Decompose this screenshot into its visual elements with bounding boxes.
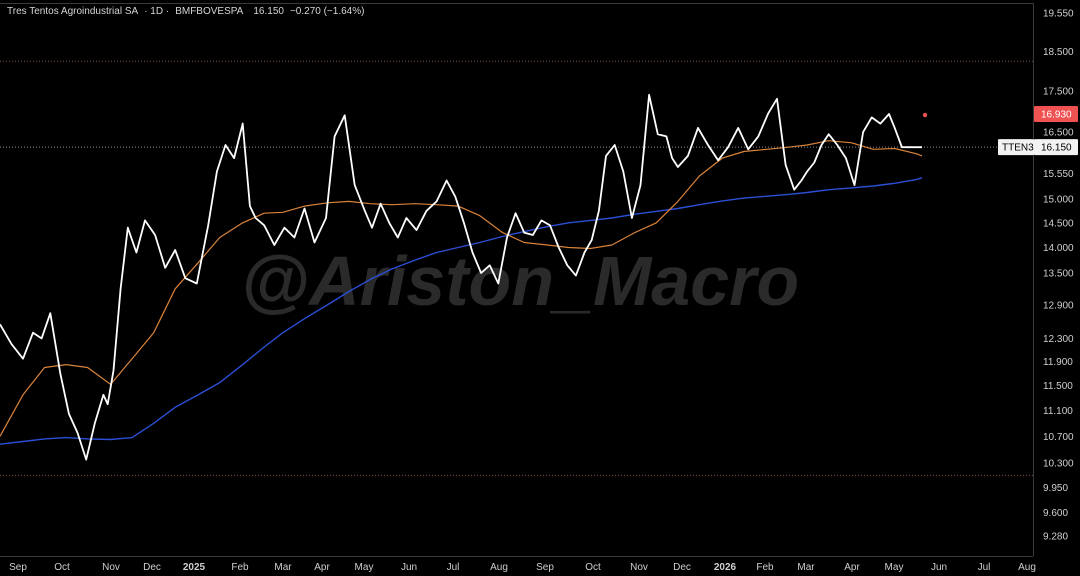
time-tick-label: Aug [1018,562,1036,573]
time-tick-label: Oct [585,562,601,573]
high-price-badge-text: 16.930 [1041,110,1072,121]
price-tick-label: 9.600 [1043,508,1068,519]
price-tick-label: 19.550 [1043,8,1074,19]
price-tick-label: 18.500 [1043,47,1074,58]
price-tick-label: 15.000 [1043,195,1074,206]
high-marker-dot [922,112,928,118]
time-tick-label: 2025 [183,562,206,573]
time-tick-label: Mar [797,562,815,573]
time-tick-label: Jun [401,562,417,573]
last-price-badge-text: 16.150 [1041,143,1072,154]
time-tick-label: Mar [274,562,292,573]
price-tick-label: 12.300 [1043,334,1074,345]
price-chart[interactable]: @Ariston_Macro 19.550 18.500 17.500 16.500 1… [0,0,1080,576]
price-tick-label: 9.280 [1043,532,1068,543]
price-tick-label: 14.000 [1043,243,1074,254]
time-tick-label: Apr [314,562,330,573]
price-tick-label: 9.950 [1043,483,1068,494]
time-tick-label: May [355,562,374,573]
time-tick-label: 2026 [714,562,737,573]
time-tick-label: Aug [490,562,508,573]
time-tick-label: Nov [102,562,120,573]
price-tick-label: 15.550 [1043,169,1074,180]
time-tick-label: Dec [673,562,691,573]
time-tick-label: Nov [630,562,648,573]
time-tick-label: Sep [536,562,554,573]
price-tick-label: 11.100 [1043,406,1073,417]
price-tick-label: 17.500 [1043,86,1074,97]
time-tick-label: Feb [756,562,774,573]
price-tick-label: 12.900 [1043,300,1074,311]
time-tick-label: May [885,562,904,573]
price-tick-label: 16.500 [1043,128,1074,139]
price-tick-label: 14.500 [1043,218,1074,229]
time-tick-label: Feb [231,562,249,573]
ticker-badge-text: TTEN3 [1002,143,1034,154]
time-tick-label: Apr [844,562,860,573]
chart-frame: Tres Tentos Agroindustrial SA · 1D · BMF… [0,0,1080,576]
time-tick-label: Jul [447,562,460,573]
time-tick-label: Jul [978,562,991,573]
price-tick-label: 13.500 [1043,269,1074,280]
watermark-text: @Ariston_Macro [241,242,799,320]
time-tick-label: Dec [143,562,161,573]
time-tick-label: Oct [54,562,70,573]
price-tick-label: 11.900 [1043,357,1073,368]
time-tick-label: Jun [931,562,947,573]
price-tick-label: 11.500 [1043,381,1073,392]
time-tick-label: Sep [9,562,27,573]
price-tick-label: 10.700 [1043,432,1074,443]
price-tick-label: 10.300 [1043,459,1074,470]
